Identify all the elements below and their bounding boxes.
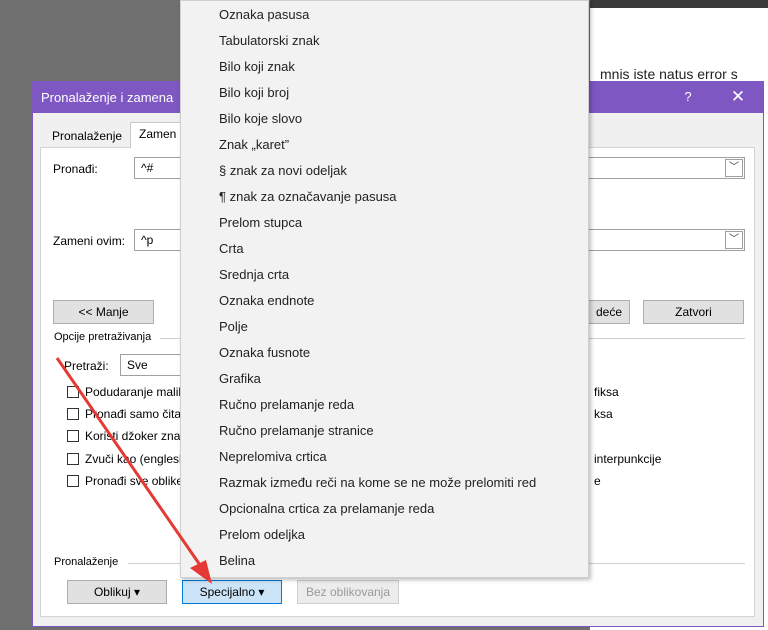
annotation-arrow-icon [55, 357, 212, 584]
arrow-shaft [55, 357, 202, 566]
arrow-head [190, 560, 212, 584]
